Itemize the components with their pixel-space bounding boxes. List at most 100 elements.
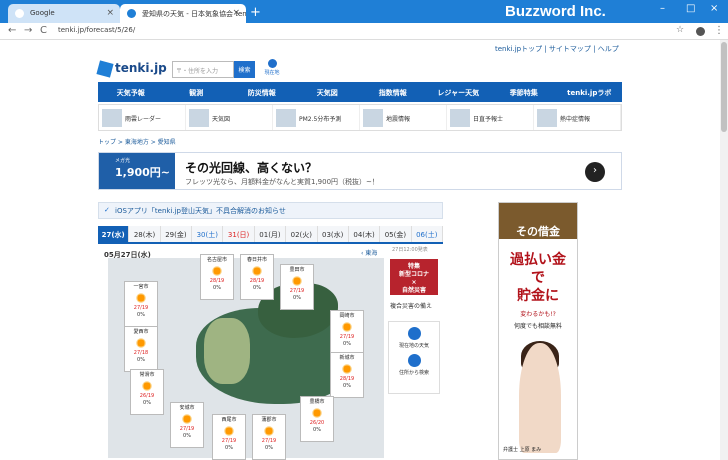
city-card[interactable]: 安城市 27/19 0% xyxy=(170,402,204,448)
sunny-icon xyxy=(263,425,275,437)
subnav-item[interactable]: 地震情報 xyxy=(360,105,447,130)
city-card[interactable]: 西尾市 27/19 0% xyxy=(212,414,246,460)
current-location-label: 現在地 xyxy=(264,70,280,76)
gnav-item[interactable]: 観測 xyxy=(164,82,230,102)
gnav-item[interactable]: tenki.jpラボ xyxy=(557,82,623,102)
side-tools: 現在地の天気 住所から検索 xyxy=(388,321,440,394)
gnav-item[interactable]: 季節特集 xyxy=(491,82,557,102)
city-card[interactable]: 豊橋市 26/20 0% xyxy=(300,396,334,442)
gnav-item[interactable]: 防災情報 xyxy=(229,82,295,102)
side-ad[interactable]: その借金 過払い金で貯金に 変わるかも!? 何度でも相談無料 弁護士 上原 まみ xyxy=(498,202,578,460)
back-icon[interactable]: ← xyxy=(8,25,16,36)
side-ad-small: 何度でも相談無料 xyxy=(513,323,562,330)
gnav-item[interactable]: レジャー天気 xyxy=(426,82,492,102)
city-name: 常滑市 xyxy=(139,372,155,378)
city-pop: 0% xyxy=(293,295,301,301)
maximize-icon[interactable]: □ xyxy=(686,3,695,14)
sunny-icon xyxy=(135,292,147,304)
day-tab[interactable]: 29(金) xyxy=(160,226,193,242)
city-temp: 27/19 xyxy=(261,438,277,444)
top-links[interactable]: tenki.jpトップ | サイトマップ | ヘルプ xyxy=(495,44,619,54)
notice-bar[interactable]: ✓ iOSアプリ「tenki.jp登山天気」不具合解消のお知らせ xyxy=(98,202,443,219)
breadcrumb[interactable]: トップ > 東海地方 > 愛知県 xyxy=(98,137,176,146)
ad-logo: メガ光 xyxy=(115,158,131,164)
subnav-label: 天気図 xyxy=(212,116,231,123)
subnav-item[interactable]: 熱中症情報 xyxy=(534,105,621,130)
sunny-icon xyxy=(181,413,193,425)
city-name: 豊橋市 xyxy=(309,399,325,405)
subnav-item[interactable]: 日直予報士 xyxy=(447,105,534,130)
city-card[interactable]: 名古屋市 28/19 0% xyxy=(200,254,234,300)
day-tab[interactable]: 04(木) xyxy=(348,226,381,242)
side-ad-line: 貯金に xyxy=(517,288,559,304)
city-card[interactable]: 愛西市 27/18 0% xyxy=(124,326,158,372)
ad-headline: その光回線、高くない？ xyxy=(185,161,318,175)
ad-banner[interactable]: メガ光 1,900円~ その光回線、高くない？ フレッツ光なら、月額料金がなんと実… xyxy=(98,152,622,190)
tab-tenki[interactable]: 愛知県の天気 - 日本気象協会 tenki.jp × xyxy=(120,4,246,23)
day-tab[interactable]: 30(土) xyxy=(192,226,224,242)
url-field[interactable]: tenki.jp/forecast/5/26/ xyxy=(58,26,135,34)
scrollbar[interactable] xyxy=(720,40,728,460)
day-tab[interactable]: 05(金) xyxy=(380,226,412,242)
day-tab[interactable]: 31(日) xyxy=(223,226,255,242)
ad-price: 1,900円~ xyxy=(115,166,171,179)
logo-text: tenki.jp xyxy=(115,61,167,75)
scroll-thumb[interactable] xyxy=(721,42,727,132)
city-card[interactable]: 常滑市 26/19 0% xyxy=(130,369,164,415)
corona-text: 新型コロナ xyxy=(398,271,429,278)
subnav-item[interactable]: PM2.5分布予測 xyxy=(273,105,360,130)
subnav-item[interactable]: 雨雲レーダー xyxy=(99,105,186,130)
gnav-item[interactable]: 天気図 xyxy=(295,82,361,102)
corona-banner[interactable]: 特集 新型コロナ × 自然災害 xyxy=(390,259,438,295)
close-window-icon[interactable]: × xyxy=(710,3,718,14)
gnav-item[interactable]: 指数情報 xyxy=(360,82,426,102)
subnav-label: 日直予報士 xyxy=(473,116,504,123)
city-card[interactable]: 新城市 28/19 0% xyxy=(330,352,364,398)
day-tab[interactable]: 28(木) xyxy=(129,226,161,242)
current-location-button[interactable]: 現在地 xyxy=(260,59,284,76)
day-tab[interactable]: 01(月) xyxy=(254,226,287,242)
current-weather-button[interactable]: 現在地の天気 xyxy=(389,327,439,349)
gnav-item[interactable]: 天気予報 xyxy=(98,82,164,102)
city-card[interactable]: 豊田市 27/19 0% xyxy=(280,264,314,310)
site-logo[interactable]: tenki.jp xyxy=(96,59,167,78)
city-card[interactable]: 春日井市 28/19 0% xyxy=(240,254,274,300)
close-icon[interactable]: × xyxy=(232,8,240,18)
new-tab-button[interactable]: + xyxy=(250,5,261,20)
profile-icon[interactable] xyxy=(696,27,705,36)
address-bar: ← → C tenki.jp/forecast/5/26/ ☆ ⋮ xyxy=(0,23,728,40)
minimize-icon[interactable]: – xyxy=(660,3,665,14)
notice-text: iOSアプリ「tenki.jp登山天気」不具合解消のお知らせ xyxy=(115,207,286,215)
city-card[interactable]: 一宮市 27/19 0% xyxy=(124,281,158,327)
day-tabs: 27(水) 28(木) 29(金) 30(土) 31(日) 01(月) 02(火… xyxy=(98,226,443,244)
menu-icon[interactable]: ⋮ xyxy=(714,25,724,36)
city-card[interactable]: 蒲郡市 27/19 0% xyxy=(252,414,286,460)
region-link[interactable]: ‹ 東海 xyxy=(361,248,377,257)
corona-times: × xyxy=(411,279,417,286)
tab-google[interactable]: Google × xyxy=(8,4,120,23)
day-tab[interactable]: 02(火) xyxy=(286,226,318,242)
global-nav: 天気予報 観測 防災情報 天気図 指数情報 レジャー天気 季節特集 tenki.… xyxy=(98,82,622,102)
star-icon[interactable]: ☆ xyxy=(676,25,684,35)
day-tab[interactable]: 27(水) xyxy=(98,226,130,242)
city-card[interactable]: 岡崎市 27/19 0% xyxy=(330,310,364,356)
watermark: Buzzword Inc. xyxy=(505,3,606,20)
sunny-icon xyxy=(135,337,147,349)
subnav-item[interactable]: 天気図 xyxy=(186,105,273,130)
search-input[interactable]: 〒・住所を入力 xyxy=(172,61,234,78)
address-search-button[interactable]: 住所から検索 xyxy=(389,354,439,376)
forecaster-thumb-icon xyxy=(450,109,470,127)
day-tab[interactable]: 03(水) xyxy=(317,226,349,242)
city-name: 安城市 xyxy=(179,405,195,411)
tab-label: Google xyxy=(30,9,55,17)
close-icon[interactable]: × xyxy=(106,8,114,18)
map-land-plain xyxy=(204,318,250,384)
arrow-right-icon[interactable]: › xyxy=(585,162,605,182)
address-search-label: 住所から検索 xyxy=(398,370,429,376)
search-button[interactable]: 検索 xyxy=(234,61,255,78)
day-tab[interactable]: 06(土) xyxy=(411,226,443,242)
reload-icon[interactable]: C xyxy=(40,25,47,36)
forward-icon[interactable]: → xyxy=(24,25,32,36)
sunny-icon xyxy=(291,275,303,287)
fukugo-link[interactable]: 複合災害の備え xyxy=(390,301,432,310)
